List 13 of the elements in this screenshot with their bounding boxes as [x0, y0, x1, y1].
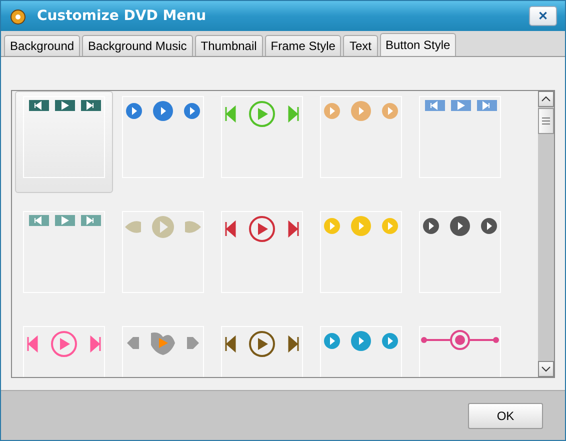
- tab[interactable]: Thumbnail: [194, 35, 263, 56]
- tab[interactable]: Button Style: [380, 33, 456, 56]
- tab[interactable]: Background Music: [82, 35, 193, 56]
- style-option[interactable]: [15, 91, 113, 193]
- close-button[interactable]: ✕: [529, 6, 557, 26]
- dvd-app-icon: [9, 7, 27, 25]
- grip-icon: [541, 116, 551, 126]
- ok-button[interactable]: OK: [468, 402, 543, 428]
- tab[interactable]: Background: [4, 35, 80, 56]
- window-title: Customize DVD Menu: [37, 8, 208, 24]
- tab[interactable]: Frame Style: [264, 35, 342, 56]
- scrollbar[interactable]: [538, 91, 554, 377]
- tab[interactable]: Text: [343, 35, 378, 56]
